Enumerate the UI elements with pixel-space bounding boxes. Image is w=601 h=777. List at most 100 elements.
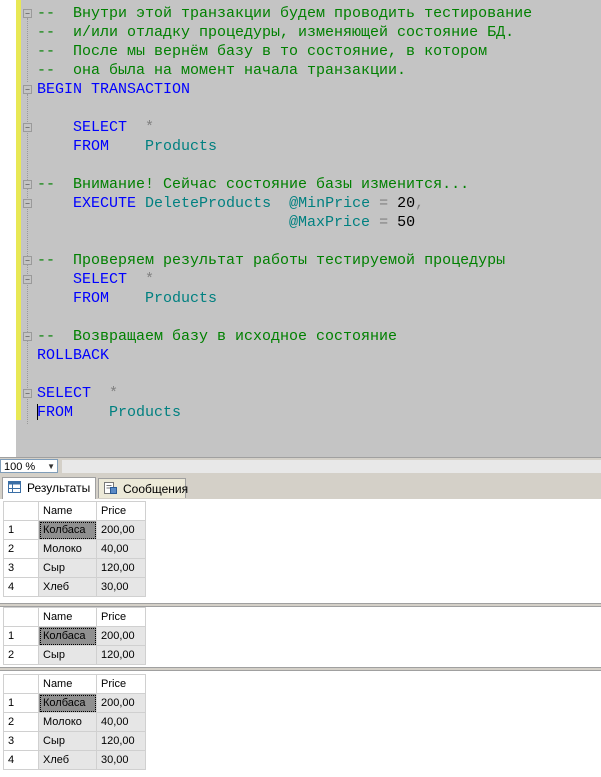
collapse-region-icon[interactable]: − — [23, 123, 32, 132]
chevron-down-icon[interactable]: ▼ — [47, 460, 55, 474]
row-number[interactable]: 4 — [3, 750, 39, 770]
code-line[interactable]: BEGIN TRANSACTION — [37, 80, 532, 99]
cell-price[interactable]: 120,00 — [96, 731, 146, 751]
grid-header-row: Name Price — [3, 674, 146, 694]
row-number[interactable]: 1 — [3, 626, 39, 646]
code-line[interactable]: -- Возвращаем базу в исходное состояние — [37, 327, 532, 346]
code-token: FROM — [73, 290, 110, 307]
table-row[interactable]: 2 Молоко 40,00 — [3, 539, 146, 559]
code-line[interactable]: FROM Products — [37, 137, 532, 156]
cell-name[interactable]: Колбаса — [38, 626, 97, 646]
tab-messages[interactable]: Сообщения — [98, 478, 188, 498]
code-line[interactable]: EXECUTE DeleteProducts @MinPrice = 20, — [37, 194, 532, 213]
code-line[interactable] — [37, 156, 532, 175]
code-line[interactable]: SELECT * — [37, 270, 532, 289]
grid-corner[interactable] — [3, 674, 39, 694]
column-header-price[interactable]: Price — [96, 674, 146, 694]
tab-results-label: Результаты — [27, 481, 91, 495]
code-line[interactable]: -- Внимание! Сейчас состояние базы измен… — [37, 175, 532, 194]
cell-name[interactable]: Молоко — [38, 712, 97, 732]
row-number[interactable]: 4 — [3, 577, 39, 597]
table-row[interactable]: 2 Молоко 40,00 — [3, 712, 146, 732]
collapse-region-icon[interactable]: − — [23, 275, 32, 284]
row-number[interactable]: 1 — [3, 693, 39, 713]
row-number[interactable]: 3 — [3, 558, 39, 578]
cell-name[interactable]: Колбаса — [38, 520, 97, 540]
code-line[interactable]: -- и/или отладку процедуры, изменяющей с… — [37, 23, 532, 42]
code-line[interactable]: FROM Products — [37, 289, 532, 308]
code-token: = — [379, 214, 389, 231]
code-token: FROM — [73, 138, 110, 155]
collapse-region-icon[interactable]: − — [23, 199, 32, 208]
column-header-name[interactable]: Name — [38, 607, 97, 627]
column-header-name[interactable]: Name — [38, 674, 97, 694]
code-line[interactable]: -- она была на момент начала транзакции. — [37, 61, 532, 80]
cell-name[interactable]: Хлеб — [38, 750, 97, 770]
sql-editor[interactable]: − − − − − − − − − -- Внутри этой транзак… — [0, 0, 601, 457]
code-line[interactable] — [37, 232, 532, 251]
collapse-region-icon[interactable]: − — [23, 9, 32, 18]
table-row[interactable]: 1 Колбаса 200,00 — [3, 520, 146, 540]
cell-name[interactable]: Колбаса — [38, 693, 97, 713]
cell-price[interactable]: 30,00 — [96, 577, 146, 597]
cell-price[interactable]: 200,00 — [96, 693, 146, 713]
table-row[interactable]: 3 Сыр 120,00 — [3, 731, 146, 751]
cell-price[interactable]: 40,00 — [96, 712, 146, 732]
cell-price[interactable]: 40,00 — [96, 539, 146, 559]
code-line[interactable]: ROLLBACK — [37, 346, 532, 365]
cell-name[interactable]: Хлеб — [38, 577, 97, 597]
message-icon — [104, 482, 117, 494]
code-line[interactable] — [37, 308, 532, 327]
row-number[interactable]: 2 — [3, 645, 39, 665]
column-header-name[interactable]: Name — [38, 501, 97, 521]
code-line[interactable] — [37, 99, 532, 118]
cell-name[interactable]: Молоко — [38, 539, 97, 559]
grid-corner[interactable] — [3, 501, 39, 521]
row-number[interactable]: 2 — [3, 539, 39, 559]
code-line[interactable]: -- После мы вернём базу в то состояние, … — [37, 42, 532, 61]
grid-corner[interactable] — [3, 607, 39, 627]
results-grid[interactable]: Name Price 1 Колбаса 200,00 2 Молоко 40,00 3 Сыр 1… — [3, 501, 146, 597]
table-row[interactable]: 2 Сыр 120,00 — [3, 645, 146, 665]
collapse-region-icon[interactable]: − — [23, 389, 32, 398]
code-line[interactable]: -- Проверяем результат работы тестируемо… — [37, 251, 532, 270]
table-row[interactable]: 3 Сыр 120,00 — [3, 558, 146, 578]
cell-name[interactable]: Сыр — [38, 558, 97, 578]
cell-price[interactable]: 200,00 — [96, 626, 146, 646]
table-row[interactable]: 1 Колбаса 200,00 — [3, 626, 146, 646]
table-row[interactable]: 4 Хлеб 30,00 — [3, 750, 146, 770]
code-token: -- Проверяем результат работы тестируемо… — [37, 252, 506, 269]
code-text[interactable]: -- Внутри этой транзакции будем проводит… — [37, 4, 532, 422]
code-line[interactable]: @MaxPrice = 50 — [37, 213, 532, 232]
cell-price[interactable]: 200,00 — [96, 520, 146, 540]
cell-name[interactable]: Сыр — [38, 645, 97, 665]
collapse-region-icon[interactable]: − — [23, 180, 32, 189]
row-number[interactable]: 2 — [3, 712, 39, 732]
cell-name[interactable]: Сыр — [38, 731, 97, 751]
zoom-dropdown[interactable]: 100 % ▼ — [0, 459, 58, 473]
row-number[interactable]: 3 — [3, 731, 39, 751]
cell-price[interactable]: 120,00 — [96, 558, 146, 578]
code-line[interactable]: FROM Products — [37, 403, 532, 422]
collapse-region-icon[interactable]: − — [23, 85, 32, 94]
code-line[interactable] — [37, 365, 532, 384]
code-line[interactable]: SELECT * — [37, 118, 532, 137]
horizontal-scrollbar[interactable] — [62, 460, 601, 473]
tab-results[interactable]: Результаты — [2, 477, 96, 499]
results-grid[interactable]: Name Price 1 Колбаса 200,00 2 Сыр 120,00 — [3, 607, 146, 665]
column-header-price[interactable]: Price — [96, 501, 146, 521]
table-row[interactable]: 1 Колбаса 200,00 — [3, 693, 146, 713]
collapse-region-icon[interactable]: − — [23, 332, 32, 341]
code-line[interactable]: -- Внутри этой транзакции будем проводит… — [37, 4, 532, 23]
table-row[interactable]: 4 Хлеб 30,00 — [3, 577, 146, 597]
collapse-region-icon[interactable]: − — [23, 256, 32, 265]
code-line[interactable]: SELECT * — [37, 384, 532, 403]
grid-splitter[interactable] — [0, 667, 601, 671]
cell-price[interactable]: 120,00 — [96, 645, 146, 665]
results-grid[interactable]: Name Price 1 Колбаса 200,00 2 Молоко 40,00 3 Сыр 1… — [3, 674, 146, 770]
cell-price[interactable]: 30,00 — [96, 750, 146, 770]
row-number[interactable]: 1 — [3, 520, 39, 540]
column-header-price[interactable]: Price — [96, 607, 146, 627]
